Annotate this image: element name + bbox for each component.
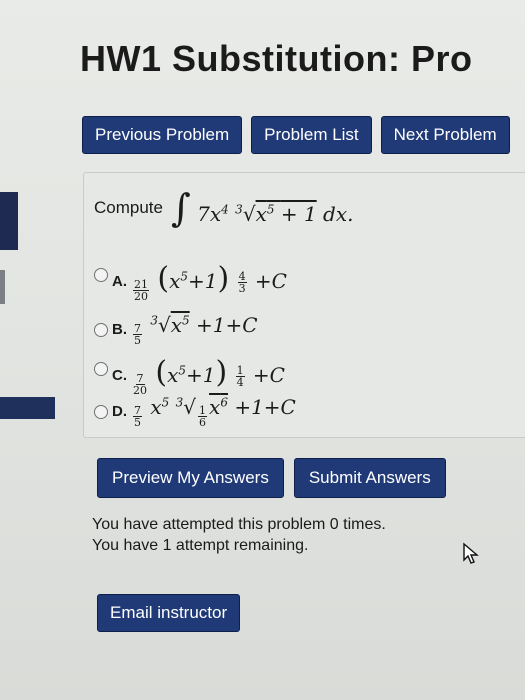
answer-option-b[interactable]: B. 75 3√x5 +1+C: [94, 313, 258, 346]
radio-option-b[interactable]: [94, 322, 108, 337]
radical-icon: √: [158, 313, 171, 337]
answer-option-d[interactable]: D. 75 x5 3√ 1 6 x6 +1+C: [94, 395, 296, 428]
option-c-expression: 7 20 (x5+1) 14 +C: [133, 355, 285, 397]
problem-navigation: Previous Problem Problem List Next Probl…: [82, 116, 525, 154]
coefficient-fraction: 7 20: [133, 372, 147, 397]
previous-problem-button[interactable]: Previous Problem: [82, 116, 243, 154]
option-d-expression: 75 x5 3√ 1 6 x6 +1+C: [133, 395, 296, 429]
answer-option-a[interactable]: A. 21 20 (x5+1) 43 +C: [94, 261, 287, 302]
submit-answers-button[interactable]: Submit Answers: [293, 458, 446, 498]
radio-option-a[interactable]: [94, 267, 108, 282]
attempts-remaining: You have 1 attempt remaining.: [92, 537, 309, 554]
radicand: x5 + 1: [255, 202, 317, 226]
root-index: 3: [235, 202, 243, 217]
problem-list-button[interactable]: Problem List: [251, 116, 372, 154]
integral-expression: ∫ 7x4 3√x5 + 1 dx.: [171, 189, 354, 227]
page-title: HW1 Substitution: Pro: [80, 38, 473, 79]
left-edge-button[interactable]: [0, 397, 55, 419]
outer-exponent-fraction: 14: [235, 364, 245, 390]
problem-box: Compute ∫ 7x4 3√x5 + 1 dx. A. 21 20 (x5+1…: [83, 172, 525, 438]
option-letter: A.: [112, 273, 127, 290]
radio-option-d[interactable]: [94, 404, 108, 419]
option-a-expression: 21 20 (x5+1) 43 +C: [133, 261, 287, 303]
left-edge-divider: [0, 270, 5, 304]
integral-sign-icon: ∫: [170, 186, 191, 230]
email-instructor-button[interactable]: Email instructor: [97, 594, 241, 632]
option-letter: C.: [112, 367, 127, 384]
integrand-exponent: 4: [221, 202, 229, 217]
coefficient-fraction: 21 20: [133, 278, 149, 303]
problem-statement: Compute ∫ 7x4 3√x5 + 1 dx.: [94, 189, 354, 227]
radical-icon: √: [183, 395, 197, 419]
option-letter: D.: [112, 403, 127, 420]
prompt-label: Compute: [94, 198, 163, 217]
radical-icon: √: [242, 202, 256, 226]
radio-option-c[interactable]: [94, 361, 108, 376]
answer-option-c[interactable]: C. 7 20 (x5+1) 14 +C: [94, 355, 285, 396]
coefficient-fraction: 75: [133, 322, 142, 347]
attempts-info: You have attempted this problem 0 times.…: [92, 514, 386, 556]
answer-actions: Preview My Answers Submit Answers: [97, 458, 446, 498]
left-edge-panel: [0, 192, 18, 250]
preview-answers-button[interactable]: Preview My Answers: [97, 458, 284, 498]
mouse-cursor-icon: [463, 542, 479, 564]
outer-exponent-fraction: 43: [237, 270, 247, 296]
integrand-coefficient: 7x: [197, 202, 222, 226]
next-problem-button[interactable]: Next Problem: [380, 116, 510, 154]
attempts-count: You have attempted this problem 0 times.: [92, 516, 386, 533]
coefficient-fraction: 75: [133, 404, 142, 429]
option-b-expression: 75 3√x5 +1+C: [133, 313, 258, 347]
differential: dx.: [323, 202, 354, 226]
option-letter: B.: [112, 321, 127, 338]
